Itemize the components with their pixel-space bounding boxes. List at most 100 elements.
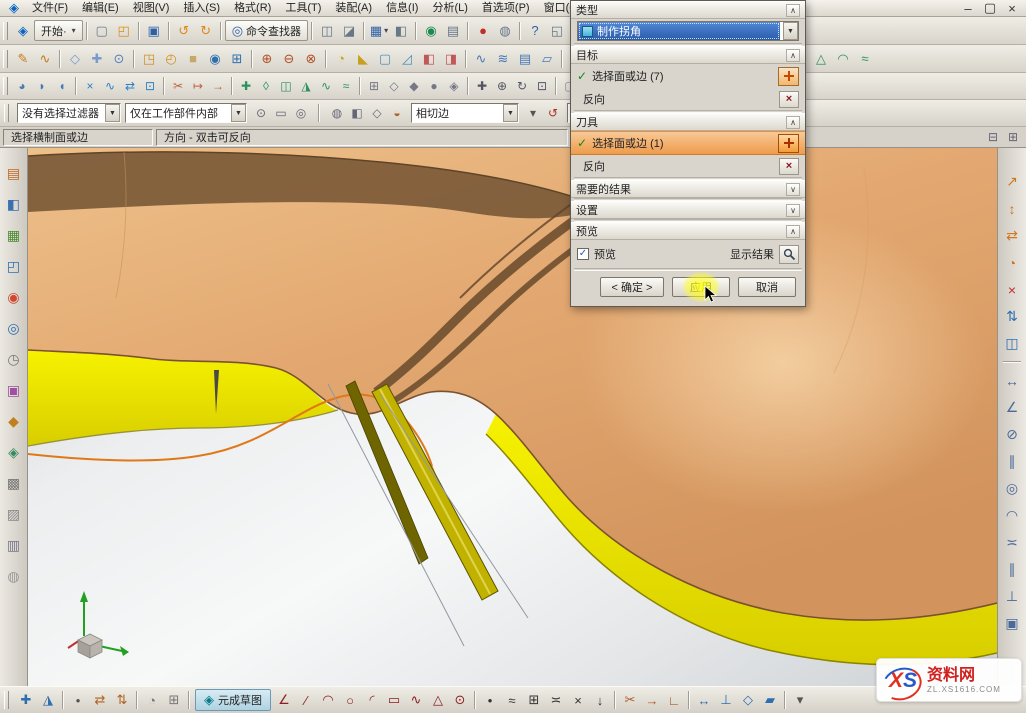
circle-icon[interactable]: ○ xyxy=(339,689,361,711)
sketch-point-icon[interactable]: • xyxy=(67,689,89,711)
face-edges-icon[interactable]: ◈ xyxy=(444,76,464,96)
menu-item-0[interactable]: 文件(F) xyxy=(25,0,75,16)
reattach-sketch-icon[interactable]: ◮ xyxy=(37,689,59,711)
top-selection-icon[interactable]: ◍ xyxy=(327,103,347,123)
quick-trim-icon[interactable]: ✂ xyxy=(619,689,641,711)
block-icon[interactable]: ■ xyxy=(182,48,204,70)
color-filter-icon[interactable]: ◒ xyxy=(387,103,407,123)
aesthetic-blend-icon[interactable]: ◖ xyxy=(52,76,72,96)
target-reverse-button[interactable]: × xyxy=(779,91,799,108)
rectangle-icon[interactable]: ▭ xyxy=(383,689,405,711)
point-icon[interactable]: ⊙ xyxy=(108,48,130,70)
app-logo-icon[interactable]: ◈ xyxy=(3,0,25,19)
offset-curve-icon[interactable]: ≈ xyxy=(501,689,523,711)
studio-render-icon[interactable]: ● xyxy=(424,76,444,96)
arc-icon[interactable]: ◠ xyxy=(317,689,339,711)
combo-arrow-icon[interactable]: ▼ xyxy=(503,104,518,122)
unite-icon[interactable]: ⊕ xyxy=(256,48,278,70)
open-file-icon[interactable]: ◰ xyxy=(113,20,135,42)
collapse-arrow-icon[interactable]: ∧ xyxy=(786,4,800,17)
command-finder-button[interactable]: ◎命令查找器 xyxy=(225,20,308,41)
wireframe-display-icon[interactable]: ◇ xyxy=(384,76,404,96)
constraint-navigator-icon[interactable]: ◧ xyxy=(3,193,25,215)
web-browser-icon[interactable]: ◎ xyxy=(3,317,25,339)
detail-filter-icon[interactable]: ▾ xyxy=(523,103,543,123)
curve-length-icon[interactable]: ◠ xyxy=(832,48,854,70)
fillet-icon[interactable]: ◜ xyxy=(361,689,383,711)
section-header-target[interactable]: 目标 ∧ xyxy=(571,46,805,64)
studio-spline-icon[interactable]: ∿ xyxy=(405,689,427,711)
part-navigator-icon[interactable]: ▦ xyxy=(3,224,25,246)
make-perpendicular-icon[interactable]: ⊥ xyxy=(1001,585,1024,608)
draft-analysis-icon[interactable]: ◮ xyxy=(296,76,316,96)
target-select-button[interactable] xyxy=(778,67,799,86)
expand-arrow-icon[interactable]: ∨ xyxy=(786,183,800,196)
start-button[interactable]: 开始·▾ xyxy=(34,20,83,41)
move-face-icon[interactable]: ↗ xyxy=(1001,170,1024,193)
menu-item-6[interactable]: 装配(A) xyxy=(328,0,379,16)
rotate-tool-icon[interactable]: ↻ xyxy=(512,76,532,96)
window-icon[interactable]: ▦▾ xyxy=(368,20,390,42)
fit-tool-icon[interactable]: ⊡ xyxy=(532,76,552,96)
collapse-arrow-icon[interactable]: ∧ xyxy=(786,116,800,129)
section-analysis-icon[interactable]: ◫ xyxy=(276,76,296,96)
paste-icon[interactable]: ◪ xyxy=(338,20,360,42)
reset-filter-icon[interactable]: ↺ xyxy=(543,103,563,123)
collapse-arrow-icon[interactable]: ∧ xyxy=(786,225,800,238)
x-form-icon[interactable]: × xyxy=(80,76,100,96)
split-body-icon[interactable]: ◨ xyxy=(440,48,462,70)
intersection-curve-icon[interactable]: × xyxy=(567,689,589,711)
section-header-preview[interactable]: 预览 ∧ xyxy=(571,222,805,240)
user-interface-icon[interactable]: ▤ xyxy=(442,20,464,42)
offset-region-icon[interactable]: ⇄ xyxy=(1001,224,1024,247)
selection-filter-combo[interactable]: 没有选择过滤器 ▼ xyxy=(17,103,121,123)
reuse-library-icon[interactable]: ◰ xyxy=(3,255,25,277)
law-extension-icon[interactable]: → xyxy=(208,76,228,96)
menu-item-3[interactable]: 插入(S) xyxy=(176,0,227,16)
tool-select-row[interactable]: ✓ 选择面或边 (1) xyxy=(571,131,805,155)
alternate-solution-icon[interactable]: ⇅ xyxy=(111,689,133,711)
edit-pole-icon[interactable]: ⊡ xyxy=(140,76,160,96)
datum-plane-icon[interactable]: ◇ xyxy=(64,48,86,70)
edge-blend-icon[interactable]: ◔ xyxy=(330,48,352,70)
touch-mode-icon[interactable]: ◉ xyxy=(420,20,442,42)
system-scenes-icon[interactable]: ▩ xyxy=(3,472,25,494)
face-blend-icon[interactable]: ◕ xyxy=(12,76,32,96)
angular-dimension-icon[interactable]: ∠ xyxy=(1001,396,1024,419)
combo-arrow-icon[interactable]: ▼ xyxy=(783,22,798,40)
simple-analysis-icon[interactable]: △ xyxy=(810,48,832,70)
swept-icon[interactable]: ∿ xyxy=(470,48,492,70)
sketch-curve-icon[interactable]: ∿ xyxy=(34,48,56,70)
snapshot-icon[interactable]: ◍ xyxy=(494,20,516,42)
section-header-results[interactable]: 需要的结果 ∨ xyxy=(571,180,805,198)
make-symmetric-sketch-icon[interactable]: ◇ xyxy=(737,689,759,711)
close-button[interactable]: × xyxy=(1001,0,1023,19)
more-sketch-tools-icon[interactable]: ▾ xyxy=(789,689,811,711)
line-icon[interactable]: ∕ xyxy=(295,689,317,711)
save-icon[interactable]: ▣ xyxy=(143,20,165,42)
chamfer-icon[interactable]: ◣ xyxy=(352,48,374,70)
rapid-dimension-icon[interactable]: ↔ xyxy=(693,689,715,711)
menu-item-1[interactable]: 编辑(E) xyxy=(75,0,126,16)
linear-dimension-icon[interactable]: ↔ xyxy=(1001,369,1024,392)
shell-icon[interactable]: ▢ xyxy=(374,48,396,70)
history-icon[interactable]: ◷ xyxy=(3,348,25,370)
menu-item-7[interactable]: 信息(I) xyxy=(379,0,425,16)
collapse-arrow-icon[interactable]: ∧ xyxy=(786,49,800,62)
snap-toggle-icon[interactable]: ⊙ xyxy=(251,103,271,123)
grid-display-icon[interactable]: ⊞ xyxy=(364,76,384,96)
section-header-type[interactable]: 类型 ∧ xyxy=(571,1,805,19)
display-constraints-icon[interactable]: ▰ xyxy=(759,689,781,711)
redo-icon[interactable]: ↻ xyxy=(195,20,217,42)
shaded-display-icon[interactable]: ◆ xyxy=(404,76,424,96)
type-combo[interactable]: 制作拐角 ▼ xyxy=(577,21,799,41)
extend-surface-icon[interactable]: ↦ xyxy=(188,76,208,96)
draft-icon[interactable]: ◿ xyxy=(396,48,418,70)
resize-blend-icon[interactable]: ◔ xyxy=(1001,251,1024,274)
finish-sketch-button[interactable]: ◈ 元成草图 xyxy=(195,689,271,711)
tool-select-button[interactable] xyxy=(778,134,799,153)
subtract-icon[interactable]: ⊖ xyxy=(278,48,300,70)
apply-button[interactable]: 应用 xyxy=(672,277,730,297)
undo-icon[interactable]: ↺ xyxy=(173,20,195,42)
deviation-gauge-icon[interactable]: ✚ xyxy=(236,76,256,96)
